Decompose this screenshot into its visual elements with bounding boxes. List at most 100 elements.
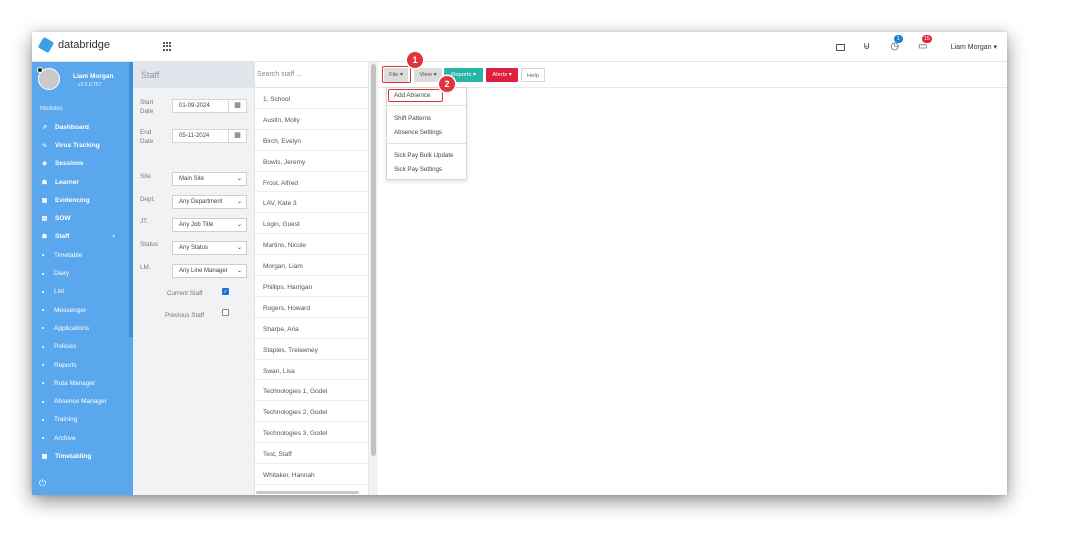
sidebar-item-staff[interactable]: ☗ Staff ▾ [32, 228, 129, 246]
staff-list-item[interactable]: Frost, Alfred [255, 172, 368, 193]
profile[interactable]: Liam Morgan v2.0.0.757 [37, 67, 128, 92]
staff-list-item[interactable]: Morgan, Liam [255, 255, 368, 277]
user-menu[interactable]: Liam Morgan ▾ [951, 43, 997, 51]
sidebar: Liam Morgan v2.0.0.757 Modules ↗ Dashboar… [32, 62, 133, 495]
chevron-down-icon: ⌄ [236, 199, 242, 205]
sidebar-subitem-messenger[interactable]: Messenger [32, 301, 129, 319]
staff-list-item[interactable]: Bowls, Jeremy [255, 151, 368, 172]
staff-list-item[interactable]: Technologies 2, Godel [255, 401, 368, 423]
calendar-icon[interactable]: ▦ [228, 130, 246, 142]
menu-item-sick-pay-settings[interactable]: Sick Pay Settings [394, 166, 442, 173]
staff-list-item[interactable]: 1, School [255, 88, 368, 109]
chevron-down-icon: ⌄ [236, 222, 242, 228]
bullet-icon [42, 382, 44, 385]
sidebar-item-sessions[interactable]: ◈ Sessions [32, 155, 129, 173]
job-title-select[interactable]: Any Job Title ⌄ [172, 218, 247, 232]
job-title-value: Any Job Title [179, 222, 214, 228]
sidebar-item-learner[interactable]: ☗ Learner [32, 173, 129, 191]
menu-item-sick-pay-bulk-update[interactable]: Sick Pay Bulk Update [394, 152, 454, 159]
status-select[interactable]: Any Status ⌄ [172, 241, 247, 255]
help-button[interactable]: Help [521, 68, 545, 82]
staff-list-item[interactable]: Rogers, Howard [255, 297, 368, 318]
sidebar-item-label: Learner [55, 178, 79, 186]
staff-list-item[interactable]: Test, Staff [255, 443, 368, 465]
dept-value: Any Department [179, 199, 223, 205]
calendar-icon[interactable]: ▦ [228, 100, 246, 112]
staff-search-input[interactable]: Search staff ... [255, 62, 368, 88]
view-menu-button[interactable]: View ▾ [414, 68, 442, 82]
sidebar-subitem-archive[interactable]: Archive [32, 429, 129, 447]
menu-item-shift-patterns[interactable]: Shift Patterns [394, 115, 431, 122]
sidebar-subitem-label: Applications [54, 324, 90, 332]
staff-icon: ☗ [41, 234, 48, 241]
sidebar-item-label: Staff [55, 233, 70, 241]
staff-list-item[interactable]: Staples, Trelawney [255, 339, 368, 360]
current-staff-checkbox[interactable]: ✓ [222, 288, 229, 295]
modules-label: Modules [40, 106, 63, 112]
sidebar-subitem-timetable[interactable]: Timetable [32, 246, 129, 264]
inbox-icon[interactable]: ⊌ [861, 41, 873, 53]
bullet-icon [42, 290, 44, 293]
staff-list-item[interactable]: Whitaker, Hannah [255, 464, 368, 485]
staff-list-item[interactable]: Birch, Evelyn [255, 130, 368, 151]
staff-list-item[interactable]: Login, Guest [255, 213, 368, 235]
current-staff-label: Current Staff [167, 290, 203, 297]
sidebar-subitem-training[interactable]: Training [32, 411, 129, 429]
staff-list-item[interactable]: Sharpe, Aria [255, 318, 368, 339]
status-value: Any Status [179, 245, 209, 251]
staff-list-item[interactable]: Martins, Nicole [255, 234, 368, 256]
staff-list-scrollbar[interactable] [369, 62, 378, 495]
alerts-menu-button[interactable]: Alerts ▾ [486, 68, 518, 82]
sidebar-subitem-absence-manager[interactable]: Absence Manager [32, 392, 129, 410]
staff-filter-panel: Staff Start Date 01-09-2024 ▦ End Date 05… [133, 62, 255, 495]
apps-grid-icon[interactable] [163, 42, 172, 51]
start-date-field[interactable]: 01-09-2024 ▦ [172, 99, 247, 113]
staff-list-item[interactable]: Swan, Lisa [255, 360, 368, 381]
sidebar-item-evidencing[interactable]: ▣ Evidencing [32, 191, 129, 209]
sidebar-subitem-applications[interactable]: Applications [32, 319, 129, 337]
scrollbar-thumb[interactable] [371, 64, 376, 456]
pulse-icon: ∿ [41, 142, 48, 149]
previous-staff-checkbox[interactable] [222, 309, 229, 316]
sidebar-item-timetabling[interactable]: ▦ Timetabling [32, 447, 129, 465]
monitor-icon[interactable] [835, 43, 845, 51]
camera-icon: ▣ [41, 197, 48, 204]
sidebar-subitem-rota-manager[interactable]: Rota Manager [32, 374, 129, 392]
profile-name: Liam Morgan [73, 73, 114, 80]
sidebar-item-sow[interactable]: ▤ SOW [32, 209, 129, 227]
step-marker-2: 2 [439, 76, 455, 92]
clock-icon[interactable]: ◷ 1 [889, 35, 903, 53]
bullet-icon [42, 437, 44, 440]
end-date-field[interactable]: 05-11-2024 ▦ [172, 129, 247, 143]
staff-list-item[interactable]: LAV, Kate 3 [255, 192, 368, 214]
sidebar-subitem-label: Diary [54, 270, 70, 278]
bullet-icon [42, 272, 44, 275]
sidebar-subitem-diary[interactable]: Diary [32, 264, 129, 282]
chat-icon[interactable]: ▭ 15 [917, 35, 932, 53]
staff-list: Search staff ... 1, School Austin, Molly B… [255, 62, 369, 495]
sidebar-item-label: SOW [55, 215, 71, 223]
status-label: Status [140, 241, 158, 248]
sidebar-subitem-list[interactable]: List [32, 283, 129, 301]
staff-list-item[interactable]: Phillips, Harrigan [255, 276, 368, 297]
menu-item-absence-settings[interactable]: Absence Settings [394, 129, 442, 136]
sidebar-item-label: Sessions [55, 160, 84, 168]
step-marker-1: 1 [407, 52, 423, 68]
sidebar-item-virus-tracking[interactable]: ∿ Virus Tracking [32, 136, 129, 154]
staff-list-item[interactable]: Austin, Molly [255, 109, 368, 130]
brand-logo[interactable]: databridge [37, 36, 110, 54]
power-icon[interactable]: ⏻ [39, 478, 46, 489]
horizontal-scrollbar[interactable] [256, 491, 359, 494]
staff-list-item[interactable]: Technologies 1, Godel [255, 380, 368, 402]
sidebar-item-dashboard[interactable]: ↗ Dashboard [32, 118, 129, 136]
staff-list-item[interactable]: Technologies 3, Godel [255, 422, 368, 444]
sidebar-subitem-label: Archive [54, 434, 76, 442]
menu-item-add-absence[interactable]: Add Absence [394, 92, 430, 99]
line-manager-select[interactable]: Any Line Manager ⌄ [172, 264, 247, 278]
job-title-label: JT. [140, 218, 149, 225]
sidebar-subitem-policies[interactable]: Policies [32, 338, 129, 356]
sidebar-subitem-reports[interactable]: Reports [32, 356, 129, 374]
dept-select[interactable]: Any Department ⌄ [172, 195, 247, 209]
site-select[interactable]: Main Site ⌄ [172, 172, 247, 186]
sidebar-item-label: Evidencing [55, 196, 90, 204]
